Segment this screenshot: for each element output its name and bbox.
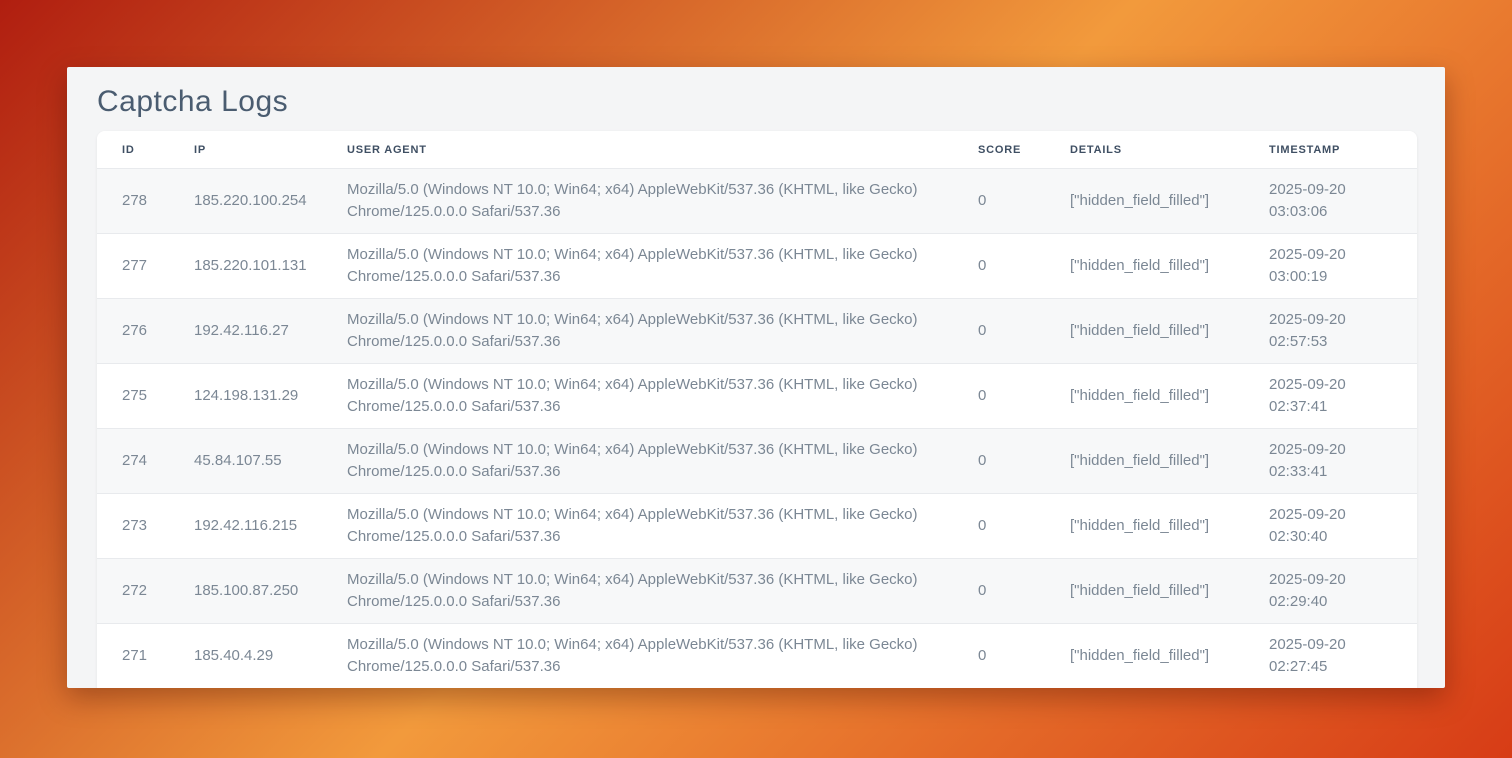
page-title: Captcha Logs	[97, 82, 1417, 122]
cell-user-agent: Mozilla/5.0 (Windows NT 10.0; Win64; x64…	[322, 624, 953, 689]
cell-user-agent: Mozilla/5.0 (Windows NT 10.0; Win64; x64…	[322, 494, 953, 559]
cell-id: 273	[97, 494, 169, 559]
cell-details: ["hidden_field_filled"]	[1045, 624, 1244, 689]
cell-id: 272	[97, 559, 169, 624]
column-header-id: ID	[97, 131, 169, 169]
cell-details: ["hidden_field_filled"]	[1045, 299, 1244, 364]
cell-user-agent: Mozilla/5.0 (Windows NT 10.0; Win64; x64…	[322, 299, 953, 364]
cell-id: 274	[97, 429, 169, 494]
cell-details: ["hidden_field_filled"]	[1045, 494, 1244, 559]
cell-timestamp: 2025-09-20 02:57:53	[1244, 299, 1417, 364]
logs-table-grid: ID IP USER AGENT SCORE DETAILS TIMESTAMP…	[97, 131, 1417, 688]
cell-details: ["hidden_field_filled"]	[1045, 169, 1244, 234]
column-header-details: DETAILS	[1045, 131, 1244, 169]
table-row: 277 185.220.101.131 Mozilla/5.0 (Windows…	[97, 234, 1417, 299]
cell-user-agent: Mozilla/5.0 (Windows NT 10.0; Win64; x64…	[322, 169, 953, 234]
cell-details: ["hidden_field_filled"]	[1045, 559, 1244, 624]
cell-timestamp: 2025-09-20 03:03:06	[1244, 169, 1417, 234]
cell-timestamp: 2025-09-20 02:27:45	[1244, 624, 1417, 689]
cell-user-agent: Mozilla/5.0 (Windows NT 10.0; Win64; x64…	[322, 364, 953, 429]
cell-timestamp: 2025-09-20 02:33:41	[1244, 429, 1417, 494]
cell-details: ["hidden_field_filled"]	[1045, 364, 1244, 429]
cell-timestamp: 2025-09-20 02:29:40	[1244, 559, 1417, 624]
column-header-timestamp: TIMESTAMP	[1244, 131, 1417, 169]
cell-ip: 45.84.107.55	[169, 429, 322, 494]
cell-ip: 185.40.4.29	[169, 624, 322, 689]
cell-score: 0	[953, 559, 1045, 624]
table-row: 278 185.220.100.254 Mozilla/5.0 (Windows…	[97, 169, 1417, 234]
cell-id: 276	[97, 299, 169, 364]
cell-score: 0	[953, 234, 1045, 299]
table-row: 276 192.42.116.27 Mozilla/5.0 (Windows N…	[97, 299, 1417, 364]
cell-score: 0	[953, 169, 1045, 234]
table-header-row: ID IP USER AGENT SCORE DETAILS TIMESTAMP	[97, 131, 1417, 169]
cell-details: ["hidden_field_filled"]	[1045, 429, 1244, 494]
cell-ip: 192.42.116.27	[169, 299, 322, 364]
page-background: Captcha Logs ID IP USER AGENT SCORE DETA…	[0, 0, 1512, 758]
cell-id: 277	[97, 234, 169, 299]
cell-timestamp: 2025-09-20 03:00:19	[1244, 234, 1417, 299]
cell-ip: 185.100.87.250	[169, 559, 322, 624]
table-row: 274 45.84.107.55 Mozilla/5.0 (Windows NT…	[97, 429, 1417, 494]
cell-timestamp: 2025-09-20 02:30:40	[1244, 494, 1417, 559]
cell-score: 0	[953, 494, 1045, 559]
column-header-score: SCORE	[953, 131, 1045, 169]
cell-timestamp: 2025-09-20 02:37:41	[1244, 364, 1417, 429]
cell-ip: 185.220.100.254	[169, 169, 322, 234]
cell-id: 271	[97, 624, 169, 689]
column-header-ip: IP	[169, 131, 322, 169]
cell-score: 0	[953, 299, 1045, 364]
cell-user-agent: Mozilla/5.0 (Windows NT 10.0; Win64; x64…	[322, 234, 953, 299]
cell-ip: 185.220.101.131	[169, 234, 322, 299]
table-row: 271 185.40.4.29 Mozilla/5.0 (Windows NT …	[97, 624, 1417, 689]
logs-table: ID IP USER AGENT SCORE DETAILS TIMESTAMP…	[97, 131, 1417, 688]
cell-ip: 124.198.131.29	[169, 364, 322, 429]
cell-user-agent: Mozilla/5.0 (Windows NT 10.0; Win64; x64…	[322, 429, 953, 494]
cell-user-agent: Mozilla/5.0 (Windows NT 10.0; Win64; x64…	[322, 559, 953, 624]
cell-details: ["hidden_field_filled"]	[1045, 234, 1244, 299]
column-header-user-agent: USER AGENT	[322, 131, 953, 169]
cell-score: 0	[953, 624, 1045, 689]
cell-score: 0	[953, 429, 1045, 494]
table-row: 273 192.42.116.215 Mozilla/5.0 (Windows …	[97, 494, 1417, 559]
captcha-logs-card: Captcha Logs ID IP USER AGENT SCORE DETA…	[67, 67, 1445, 688]
cell-ip: 192.42.116.215	[169, 494, 322, 559]
table-row: 272 185.100.87.250 Mozilla/5.0 (Windows …	[97, 559, 1417, 624]
cell-score: 0	[953, 364, 1045, 429]
table-row: 275 124.198.131.29 Mozilla/5.0 (Windows …	[97, 364, 1417, 429]
cell-id: 278	[97, 169, 169, 234]
cell-id: 275	[97, 364, 169, 429]
